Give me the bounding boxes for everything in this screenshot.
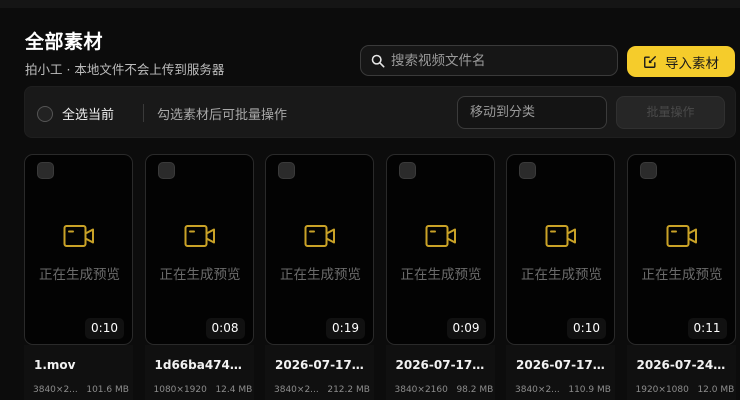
media-thumbnail[interactable]: 正在生成预览 0:10	[506, 154, 615, 345]
search-box[interactable]	[360, 45, 618, 76]
media-meta: 3840×2160 98.2 MB	[395, 385, 495, 395]
generating-preview-label: 正在生成预览	[641, 267, 723, 283]
select-all-checkbox[interactable]	[37, 105, 53, 122]
media-resolution: 3840×2...	[515, 385, 560, 395]
media-resolution: 1920×1080	[635, 385, 689, 395]
import-button[interactable]: 导入素材	[627, 46, 735, 77]
media-card-checkbox[interactable]	[278, 162, 295, 179]
toolbar-divider	[143, 104, 144, 122]
media-filename: 1.mov	[34, 358, 76, 372]
media-resolution: 3840×2...	[33, 385, 78, 395]
media-filesize: 12.4 MB	[215, 385, 253, 395]
media-filename: 2026-07-17 1...	[395, 358, 488, 372]
batch-hint: 勾选素材后可批量操作	[157, 108, 288, 123]
media-resolution: 1080×1920	[153, 385, 207, 395]
media-meta: 3840×2... 101.6 MB	[33, 385, 133, 395]
media-card[interactable]: 正在生成预览 0:19 2026-07-17 1... 3840×2... 21…	[265, 154, 374, 400]
import-icon	[644, 55, 656, 68]
media-thumbnail[interactable]: 正在生成预览 0:19	[265, 154, 374, 345]
media-thumbnail[interactable]: 正在生成预览 0:11	[626, 154, 736, 345]
media-info: 2026-07-17 1... 3840×2... 212.2 MB	[265, 345, 374, 400]
batch-operation-button[interactable]: 批量操作	[616, 96, 725, 129]
video-camera-icon	[666, 225, 697, 247]
media-filesize: 98.2 MB	[456, 385, 494, 395]
video-duration: 0:10	[567, 318, 606, 339]
search-icon	[371, 54, 385, 67]
media-meta: 3840×2... 110.9 MB	[515, 385, 615, 395]
media-meta: 1920×1080 12.0 MB	[636, 385, 736, 395]
media-card-checkbox[interactable]	[639, 162, 657, 179]
media-card-checkbox[interactable]	[398, 162, 416, 179]
search-input[interactable]	[391, 52, 611, 69]
generating-preview-label: 正在生成预览	[280, 267, 361, 283]
media-meta: 1080×1920 12.4 MB	[154, 385, 254, 395]
media-card[interactable]: 正在生成预览 0:09 2026-07-17 1... 3840×2160 98…	[385, 154, 495, 400]
video-duration: 0:11	[687, 318, 727, 339]
video-duration: 0:09	[446, 318, 486, 339]
top-bar	[0, 0, 740, 8]
video-camera-icon	[425, 225, 456, 247]
media-info: 1.mov 3840×2... 101.6 MB	[24, 345, 133, 400]
batch-toolbar: 全选当前 勾选素材后可批量操作 移动到分类 批量操作	[24, 86, 736, 138]
media-card[interactable]: 正在生成预览 0:08 1d66ba4746f... 1080×1920 12.…	[144, 154, 254, 400]
media-thumbnail[interactable]: 正在生成预览 0:08	[144, 154, 254, 345]
generating-preview-label: 正在生成预览	[521, 267, 602, 283]
media-filesize: 101.6 MB	[86, 385, 129, 395]
video-duration: 0:10	[85, 318, 124, 339]
media-thumbnail[interactable]: 正在生成预览 0:09	[385, 154, 495, 345]
media-filesize: 110.9 MB	[568, 385, 611, 395]
media-card-checkbox[interactable]	[519, 162, 536, 179]
media-info: 2026-07-17 1... 3840×2160 98.2 MB	[385, 345, 495, 400]
video-camera-icon	[184, 225, 215, 247]
video-camera-icon	[545, 225, 576, 247]
media-filename: 2026-07-17 1...	[275, 358, 367, 372]
import-button-label: 导入素材	[665, 55, 719, 72]
media-meta: 3840×2... 212.2 MB	[274, 385, 374, 395]
generating-preview-label: 正在生成预览	[159, 267, 241, 283]
media-filename: 2026-07-17 1...	[516, 358, 608, 372]
media-grid: 正在生成预览 0:10 1.mov 3840×2... 101.6 MB 正在生…	[24, 154, 740, 400]
media-card[interactable]: 正在生成预览 0:10 1.mov 3840×2... 101.6 MB	[24, 154, 133, 400]
media-resolution: 3840×2160	[394, 385, 448, 395]
media-card-checkbox[interactable]	[37, 162, 54, 179]
media-card[interactable]: 正在生成预览 0:10 2026-07-17 1... 3840×2... 11…	[506, 154, 615, 400]
media-resolution: 3840×2...	[274, 385, 319, 395]
media-info: 2026-07-24 1... 1920×1080 12.0 MB	[626, 345, 736, 400]
video-duration: 0:19	[326, 318, 365, 339]
page-title: 全部素材	[25, 31, 104, 53]
select-all-toggle[interactable]: 全选当前	[37, 104, 114, 123]
media-filesize: 12.0 MB	[697, 385, 735, 395]
video-duration: 0:08	[205, 318, 245, 339]
media-filesize: 212.2 MB	[327, 385, 370, 395]
video-camera-icon	[63, 225, 94, 247]
media-card-checkbox[interactable]	[157, 162, 175, 179]
media-filename: 1d66ba4746f...	[154, 358, 247, 372]
generating-preview-label: 正在生成预览	[400, 267, 482, 283]
video-camera-icon	[304, 225, 335, 247]
media-thumbnail[interactable]: 正在生成预览 0:10	[24, 154, 133, 345]
media-card[interactable]: 正在生成预览 0:11 2026-07-24 1... 1920×1080 12…	[626, 154, 736, 400]
media-filename: 2026-07-24 1...	[636, 358, 729, 372]
page-subtitle: 拍小工 · 本地文件不会上传到服务器	[25, 62, 225, 77]
generating-preview-label: 正在生成预览	[39, 267, 120, 283]
media-info: 1d66ba4746f... 1080×1920 12.4 MB	[144, 345, 254, 400]
select-all-label: 全选当前	[62, 108, 115, 123]
media-info: 2026-07-17 1... 3840×2... 110.9 MB	[506, 345, 615, 400]
move-to-category-select[interactable]: 移动到分类	[457, 96, 607, 129]
